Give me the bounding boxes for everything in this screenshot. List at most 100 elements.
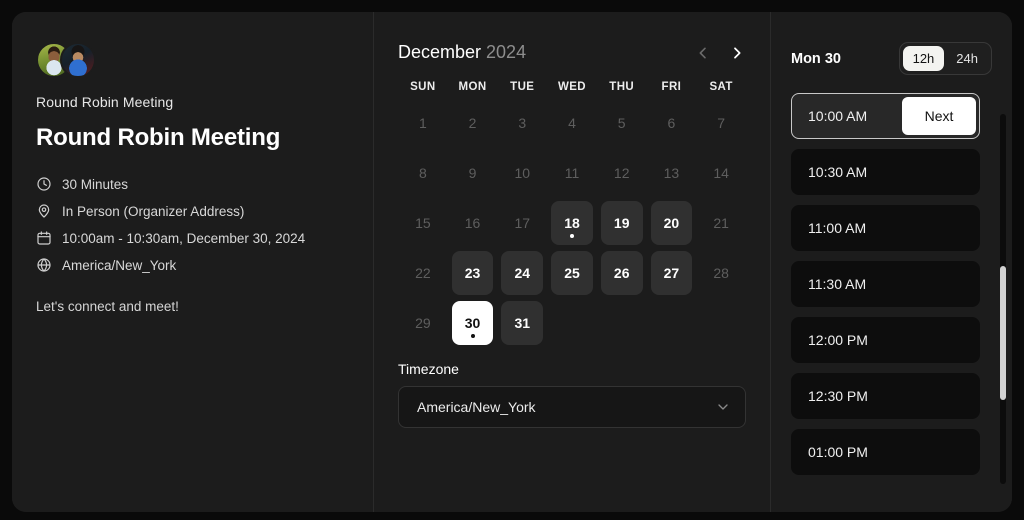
time-slots-scrollbar-thumb[interactable] xyxy=(1000,266,1006,400)
time-format-toggle: 12h 24h xyxy=(898,42,992,75)
calendar-day-31[interactable]: 31 xyxy=(501,301,544,345)
calendar-day-10: 10 xyxy=(501,151,543,195)
calendar-day-number: 24 xyxy=(514,265,531,281)
calendar-weekday-sat: SAT xyxy=(709,81,733,93)
location-pin-icon xyxy=(36,203,52,219)
calendar-day-number: 2 xyxy=(468,115,477,131)
time-slots-header: Mon 30 12h 24h xyxy=(791,42,998,75)
timezone-select[interactable]: America/New_York xyxy=(398,386,746,428)
booking-card: Round Robin Meeting Round Robin Meeting … xyxy=(12,12,1012,512)
calendar-day-18[interactable]: 18 xyxy=(551,201,593,245)
timezone-block: Timezone America/New_York xyxy=(398,361,746,428)
calendar-day-4: 4 xyxy=(551,101,593,145)
calendar-day-number: 14 xyxy=(713,165,729,181)
calendar-weekday-wed: WED xyxy=(557,81,586,93)
calendar-day-number: 10 xyxy=(514,165,531,181)
time-slot-label: 11:30 AM xyxy=(808,276,867,292)
time-slot[interactable]: 10:30 AM xyxy=(791,149,980,195)
calendar-day-number: 16 xyxy=(464,215,481,231)
calendar-day-number: 22 xyxy=(415,265,431,281)
calendar-day-24[interactable]: 24 xyxy=(501,251,544,295)
calendar-day-number: 13 xyxy=(663,165,680,181)
calendar-day-3: 3 xyxy=(501,101,543,145)
event-meta-timezone-text: America/New_York xyxy=(62,257,177,273)
chevron-down-icon xyxy=(715,399,731,415)
time-slot[interactable]: 01:00 PM xyxy=(791,429,980,475)
calendar-day-11: 11 xyxy=(551,151,593,195)
calendar-day-number: 19 xyxy=(613,215,630,231)
calendar-day-number: 1 xyxy=(418,115,427,131)
event-meta-duration: 30 Minutes xyxy=(36,176,349,192)
calendar-day-availability-dot xyxy=(470,334,475,338)
calendar-year: 2024 xyxy=(486,42,527,62)
event-organizer-label: Round Robin Meeting xyxy=(36,94,174,110)
organizer-avatar-2 xyxy=(60,42,96,78)
next-button[interactable]: Next xyxy=(902,97,976,135)
calendar-day-23[interactable]: 23 xyxy=(451,251,494,295)
calendar-day-1: 1 xyxy=(402,101,444,145)
event-meta-datetime-text: 10:00am - 10:30am, December 30, 2024 xyxy=(62,230,306,246)
timezone-label: Timezone xyxy=(398,361,459,377)
event-description: Let's connect and meet! xyxy=(36,299,179,314)
calendar-weekday-thu: THU xyxy=(609,81,635,93)
time-slots-scrollbar[interactable] xyxy=(1000,114,1006,484)
time-slots-date-label: Mon 30 xyxy=(791,50,841,67)
calendar-day-number: 3 xyxy=(518,115,527,131)
calendar-day-30[interactable]: 30 xyxy=(451,301,494,345)
calendar-day-number: 4 xyxy=(568,115,576,131)
calendar-day-19[interactable]: 19 xyxy=(600,201,643,245)
calendar-day-number: 5 xyxy=(617,115,626,131)
calendar-day-12: 12 xyxy=(601,151,643,195)
calendar-day-number: 21 xyxy=(713,215,729,231)
calendar-day-number: 23 xyxy=(464,265,481,281)
calendar-day-availability-dot xyxy=(569,234,574,238)
time-slots-list: 10:00 AM Next 10:30 AM 11:00 AM 11:30 AM 12:0… xyxy=(791,93,998,475)
event-meta-duration-text: 30 Minutes xyxy=(62,176,129,192)
time-slot[interactable]: 10:00 AM Next xyxy=(791,93,980,139)
calendar-day-number: 11 xyxy=(564,165,580,181)
calendar-day-5: 5 xyxy=(601,101,643,145)
calendar-nav xyxy=(694,44,746,62)
calendar-next-button[interactable] xyxy=(728,44,746,62)
calendar-header: December 2024 xyxy=(398,42,746,63)
calendar-day-8: 8 xyxy=(402,151,444,195)
time-format-12h[interactable]: 12h xyxy=(902,46,945,71)
event-meta-datetime: 10:00am - 10:30am, December 30, 2024 xyxy=(36,230,349,246)
calendar-day-22: 22 xyxy=(402,251,444,295)
event-meta-list: 30 Minutes In Person (Organizer Address) xyxy=(36,176,349,273)
calendar-day-number: 15 xyxy=(415,215,431,231)
calendar-day-number: 20 xyxy=(663,215,680,231)
event-meta-location: In Person (Organizer Address) xyxy=(36,203,349,219)
calendar-icon xyxy=(36,230,52,246)
time-slot[interactable]: 11:30 AM xyxy=(791,261,980,307)
time-slot[interactable]: 12:30 PM xyxy=(791,373,980,419)
calendar-day-20[interactable]: 20 xyxy=(650,201,693,245)
calendar-weekday-mon: MON xyxy=(458,81,487,93)
chevron-left-icon xyxy=(695,45,711,61)
calendar-day-number: 29 xyxy=(415,315,431,331)
calendar-day-6: 6 xyxy=(651,101,693,145)
calendar-day-number: 28 xyxy=(713,265,729,281)
calendar-day-25[interactable]: 25 xyxy=(551,251,593,295)
calendar-prev-button[interactable] xyxy=(694,44,712,62)
calendar-day-2: 2 xyxy=(452,101,494,145)
calendar-day-14: 14 xyxy=(700,151,742,195)
chevron-right-icon xyxy=(729,45,745,61)
time-slot[interactable]: 11:00 AM xyxy=(791,205,980,251)
calendar-day-21: 21 xyxy=(700,201,742,245)
calendar-day-26[interactable]: 26 xyxy=(600,251,643,295)
calendar-day-13: 13 xyxy=(651,151,693,195)
globe-icon xyxy=(36,257,52,273)
calendar-day-number: 30 xyxy=(464,315,481,331)
time-slot[interactable]: 12:00 PM xyxy=(791,317,980,363)
calendar-month-name: December xyxy=(398,42,482,62)
calendar-weekday-fri: FRI xyxy=(661,81,682,93)
calendar-day-number: 8 xyxy=(418,165,427,181)
calendar-day-27[interactable]: 27 xyxy=(650,251,693,295)
calendar-day-number: 6 xyxy=(667,115,676,131)
time-slot-label: 10:00 AM xyxy=(808,108,868,124)
time-format-24h[interactable]: 24h xyxy=(946,46,988,71)
calendar-weekday-row: SUN MON TUE WED THU FRI SAT xyxy=(398,81,746,93)
organizer-avatar-group xyxy=(36,42,349,78)
calendar-day-9: 9 xyxy=(452,151,494,195)
